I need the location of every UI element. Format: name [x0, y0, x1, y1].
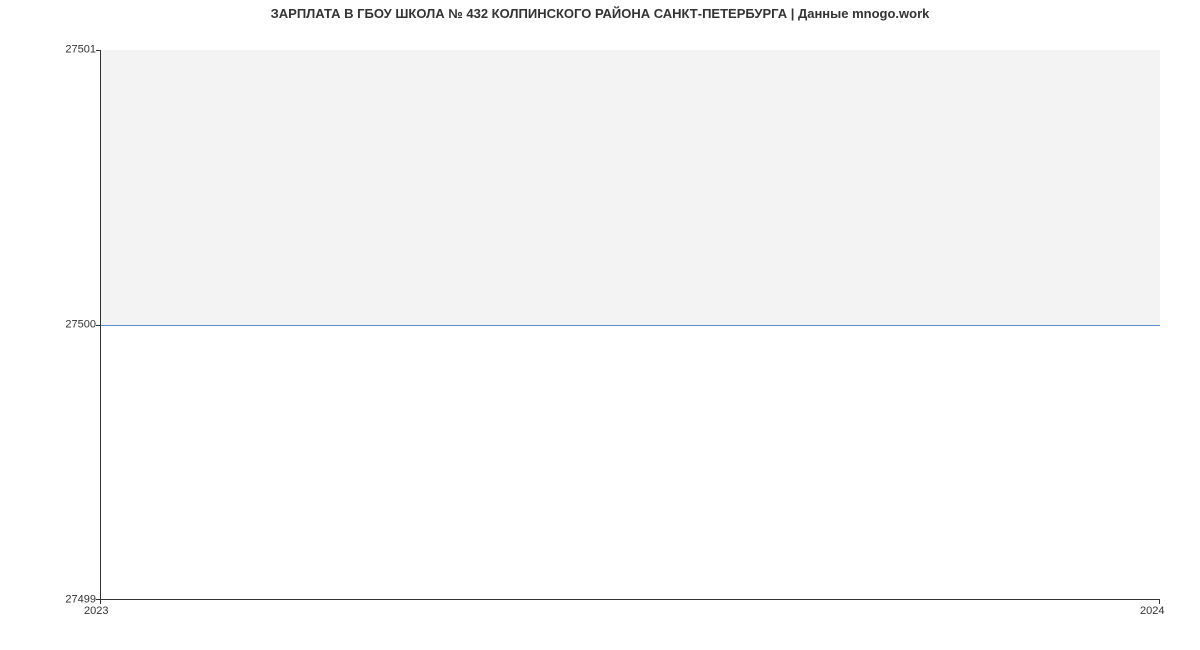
plot-area [100, 50, 1160, 600]
y-tick-label: 27499 [6, 595, 96, 606]
chart-title: ЗАРПЛАТА В ГБОУ ШКОЛА № 432 КОЛПИНСКОГО … [0, 6, 1200, 21]
x-tick-label: 2023 [84, 606, 108, 617]
y-tick-mark [96, 50, 100, 51]
x-tick-label: 2024 [1140, 606, 1164, 617]
x-tick-mark [100, 600, 101, 604]
y-tick-label: 27500 [6, 320, 96, 331]
salary-chart: ЗАРПЛАТА В ГБОУ ШКОЛА № 432 КОЛПИНСКОГО … [0, 0, 1200, 650]
data-line [101, 325, 1160, 326]
area-fill [101, 50, 1160, 325]
x-tick-mark [1159, 600, 1160, 604]
y-tick-label: 27501 [6, 45, 96, 56]
y-tick-mark [96, 325, 100, 326]
